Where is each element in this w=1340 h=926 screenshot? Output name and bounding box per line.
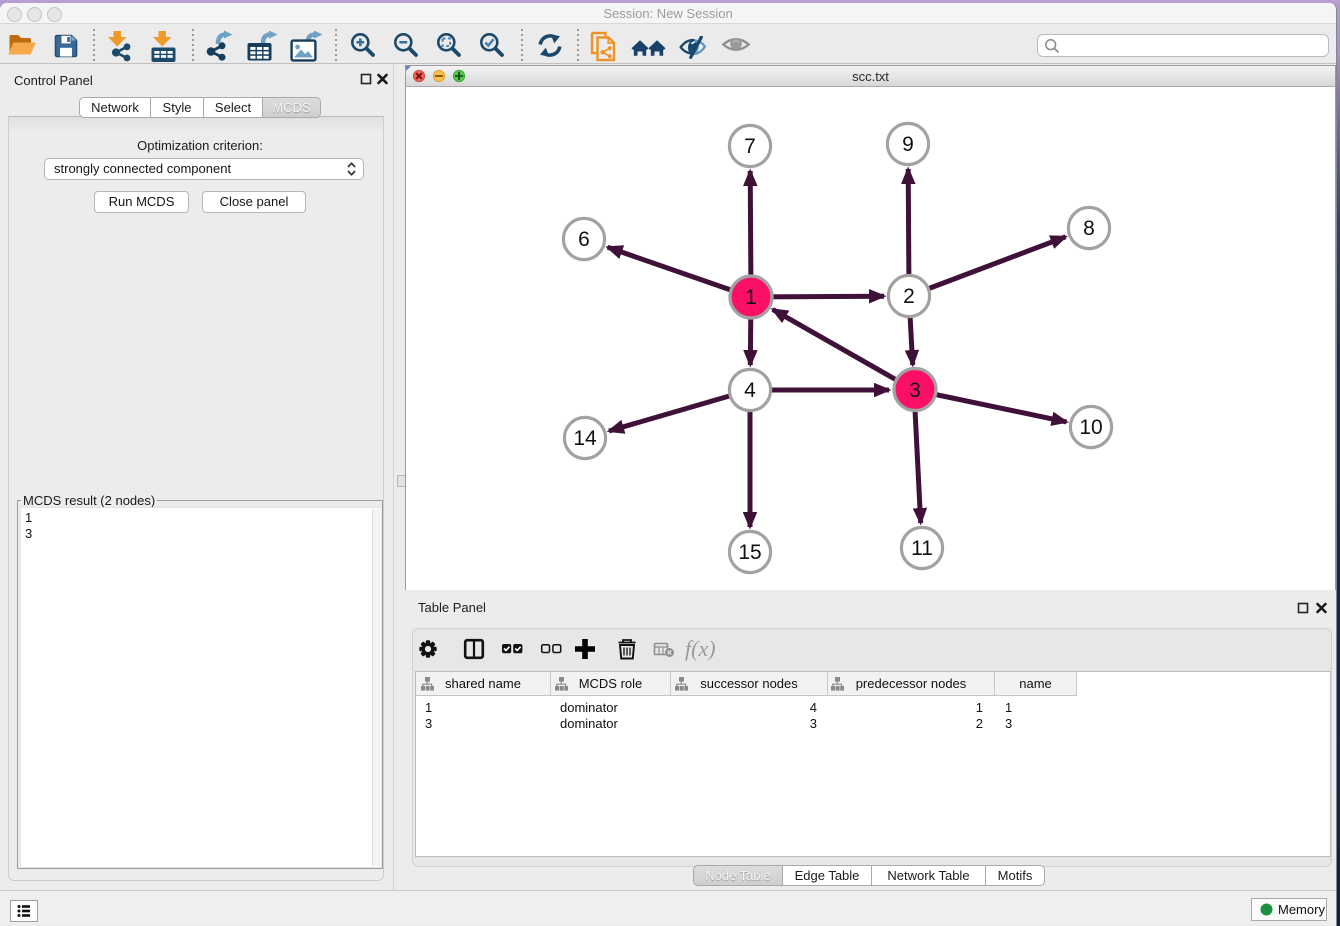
svg-text:7: 7 — [744, 135, 756, 158]
svg-text:f(x): f(x) — [685, 636, 716, 661]
svg-text:10: 10 — [1079, 416, 1102, 439]
svg-text:4: 4 — [744, 379, 756, 402]
svg-text:2: 2 — [903, 285, 915, 308]
svg-text:1: 1 — [745, 286, 757, 309]
svg-text:9: 9 — [902, 133, 914, 156]
svg-text:15: 15 — [738, 541, 761, 564]
svg-text:11: 11 — [911, 537, 933, 560]
svg-text:14: 14 — [573, 427, 597, 450]
svg-text:8: 8 — [1083, 217, 1095, 240]
svg-text:3: 3 — [909, 379, 921, 402]
svg-text:6: 6 — [578, 228, 590, 251]
